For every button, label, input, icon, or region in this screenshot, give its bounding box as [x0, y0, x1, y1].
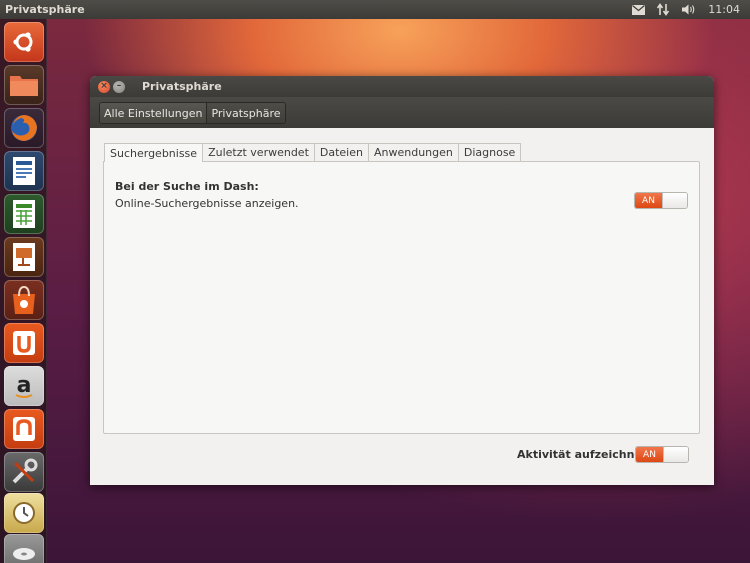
- search-results-panel: Bei der Suche im Dash: Online-Suchergebn…: [103, 161, 700, 434]
- impress-icon[interactable]: [4, 237, 44, 277]
- writer-icon[interactable]: [4, 151, 44, 191]
- online-results-label: Online-Suchergebnisse anzeigen.: [115, 197, 299, 210]
- record-activity-label: Aktivität aufzeichnen: [517, 448, 650, 461]
- toggle-on-label: AN: [635, 193, 662, 208]
- breadcrumb-privacy[interactable]: Privatsphäre: [207, 103, 285, 123]
- breadcrumb-all-settings[interactable]: Alle Einstellungen: [100, 103, 208, 123]
- top-panel: Privatsphäre 11:04: [0, 0, 750, 19]
- active-app-title: Privatsphäre: [5, 3, 85, 16]
- privacy-window: × – Privatsphäre Alle Einstellungen Priv…: [90, 76, 714, 485]
- breadcrumb: Alle Einstellungen Privatsphäre: [99, 102, 286, 124]
- record-activity-toggle[interactable]: AN: [635, 446, 689, 463]
- launcher: a: [0, 19, 47, 563]
- network-icon[interactable]: [657, 3, 670, 16]
- ubuntu-one-music-icon[interactable]: [4, 409, 44, 449]
- clock[interactable]: 11:04: [708, 3, 740, 16]
- window-titlebar[interactable]: × – Privatsphäre: [90, 76, 714, 97]
- online-results-toggle[interactable]: AN: [634, 192, 688, 209]
- calc-icon[interactable]: [4, 194, 44, 234]
- tab-bar: Suchergebnisse Zuletzt verwendet Dateien…: [104, 143, 522, 162]
- dash-search-heading: Bei der Suche im Dash:: [115, 180, 259, 193]
- disk-icon[interactable]: [4, 534, 44, 563]
- toggle-knob[interactable]: [663, 447, 688, 462]
- software-center-icon[interactable]: [4, 280, 44, 320]
- backup-icon[interactable]: [4, 493, 44, 533]
- system-settings-icon[interactable]: [4, 452, 44, 492]
- mail-icon[interactable]: [632, 4, 646, 15]
- toggle-on-label: AN: [636, 447, 663, 462]
- firefox-icon[interactable]: [4, 108, 44, 148]
- tab-diagnostics[interactable]: Diagnose: [458, 143, 522, 161]
- toggle-knob[interactable]: [662, 193, 687, 208]
- window-title: Privatsphäre: [142, 80, 222, 93]
- tab-recently-used[interactable]: Zuletzt verwendet: [203, 143, 315, 161]
- indicator-area: 11:04: [632, 3, 750, 16]
- amazon-icon[interactable]: a: [4, 366, 44, 406]
- tab-applications[interactable]: Anwendungen: [368, 143, 459, 161]
- minimize-icon[interactable]: –: [113, 80, 125, 93]
- tab-search-results[interactable]: Suchergebnisse: [104, 143, 204, 162]
- ubuntu-logo-icon[interactable]: [4, 22, 44, 62]
- navigation-bar: Alle Einstellungen Privatsphäre: [90, 97, 714, 128]
- files-icon[interactable]: [4, 65, 44, 105]
- close-icon[interactable]: ×: [98, 80, 110, 93]
- volume-icon[interactable]: [681, 4, 696, 15]
- tab-files[interactable]: Dateien: [314, 143, 369, 161]
- ubuntu-one-icon[interactable]: [4, 323, 44, 363]
- window-content: Suchergebnisse Zuletzt verwendet Dateien…: [90, 128, 714, 485]
- svg-text:a: a: [17, 373, 32, 398]
